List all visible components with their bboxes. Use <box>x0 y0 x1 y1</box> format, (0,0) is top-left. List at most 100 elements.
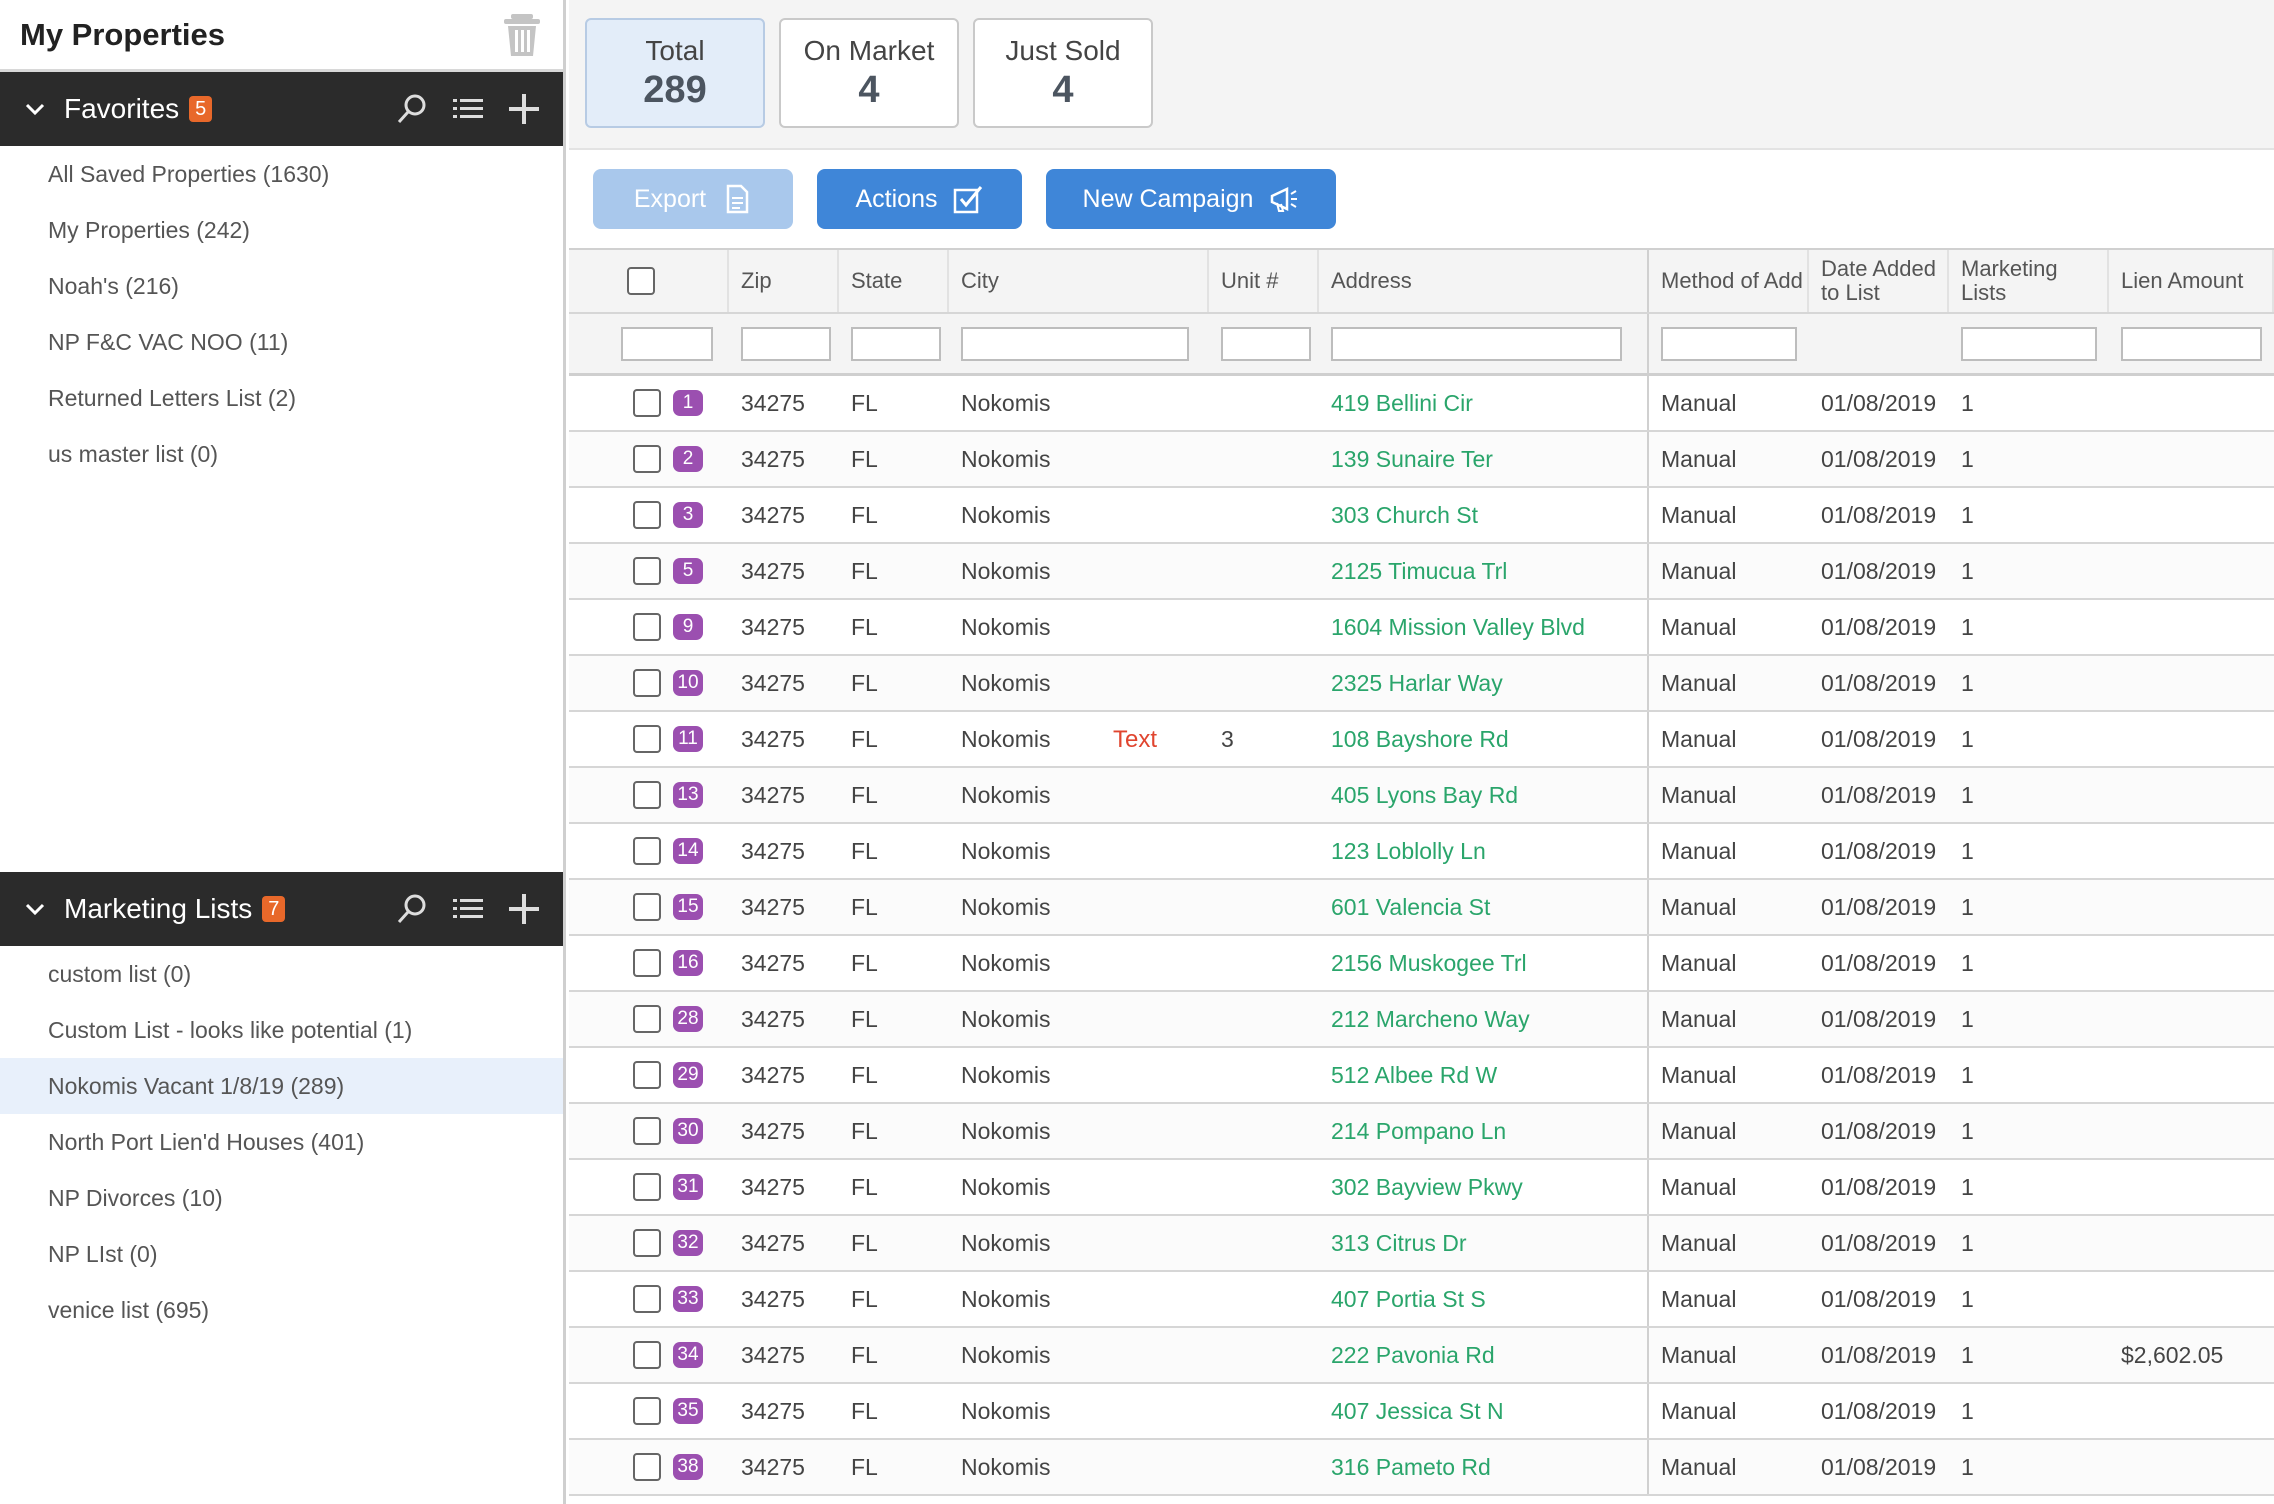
table-row[interactable]: 34 34275 FL Nokomis 222 Pavonia Rd Manual 01/0… <box>569 1328 2274 1384</box>
add-icon[interactable] <box>507 892 541 926</box>
row-checkbox[interactable] <box>633 1285 661 1313</box>
marketing-list-item[interactable]: North Port Lien'd Houses (401) <box>0 1114 563 1170</box>
address-link[interactable]: 302 Bayview Pkwy <box>1331 1174 1523 1201</box>
search-icon[interactable] <box>395 892 429 926</box>
row-checkbox[interactable] <box>633 781 661 809</box>
header-unit[interactable]: Unit # <box>1209 250 1319 312</box>
address-link[interactable]: 139 Sunaire Ter <box>1331 446 1493 473</box>
row-checkbox[interactable] <box>633 557 661 585</box>
filter-state-input[interactable] <box>851 326 942 361</box>
table-row[interactable]: 30 34275 FL Nokomis 214 Pompano Ln Manual 01/0… <box>569 1104 2274 1160</box>
favorites-header[interactable]: Favorites 5 <box>0 72 563 146</box>
row-checkbox[interactable] <box>633 613 661 641</box>
marketing-list-item[interactable]: NP LIst (0) <box>0 1226 563 1282</box>
table-row[interactable]: 1 34275 FL Nokomis 419 Bellini Cir Manual 01/0… <box>569 376 2274 432</box>
address-link[interactable]: 222 Pavonia Rd <box>1331 1342 1495 1369</box>
table-row[interactable]: 33 34275 FL Nokomis 407 Portia St S Manual 01/… <box>569 1272 2274 1328</box>
filter-select-input[interactable] <box>621 326 713 361</box>
stat-tile-total[interactable]: Total 289 <box>585 18 765 128</box>
row-checkbox[interactable] <box>633 949 661 977</box>
trash-icon[interactable] <box>501 12 543 58</box>
select-all-checkbox[interactable] <box>627 267 655 295</box>
row-checkbox[interactable] <box>633 1117 661 1145</box>
address-link[interactable]: 108 Bayshore Rd <box>1331 726 1509 753</box>
address-link[interactable]: 601 Valencia St <box>1331 894 1490 921</box>
header-marketing-lists[interactable]: Marketing Lists <box>1949 250 2109 312</box>
list-icon[interactable] <box>451 892 485 926</box>
row-checkbox[interactable] <box>633 1173 661 1201</box>
row-checkbox[interactable] <box>633 1341 661 1369</box>
row-checkbox[interactable] <box>633 725 661 753</box>
table-row[interactable]: 14 34275 FL Nokomis 123 Loblolly Ln Manual 01/… <box>569 824 2274 880</box>
row-checkbox[interactable] <box>633 837 661 865</box>
table-row[interactable]: 32 34275 FL Nokomis 313 Citrus Dr Manual 01/08… <box>569 1216 2274 1272</box>
address-link[interactable]: 212 Marcheno Way <box>1331 1006 1530 1033</box>
header-lien-amount[interactable]: Lien Amount <box>2109 250 2274 312</box>
table-row[interactable]: 13 34275 FL Nokomis 405 Lyons Bay Rd Manual 01… <box>569 768 2274 824</box>
filter-address-input[interactable] <box>1331 326 1622 361</box>
marketing-list-item[interactable]: Nokomis Vacant 1/8/19 (289) <box>0 1058 563 1114</box>
new-campaign-button[interactable]: New Campaign <box>1046 169 1336 229</box>
table-row[interactable]: 15 34275 FL Nokomis 601 Valencia St Manual 01/… <box>569 880 2274 936</box>
table-row[interactable]: 38 34275 FL Nokomis 316 Pameto Rd Manual 01/08… <box>569 1440 2274 1496</box>
row-checkbox[interactable] <box>633 1453 661 1481</box>
address-link[interactable]: 2325 Harlar Way <box>1331 670 1503 697</box>
add-icon[interactable] <box>507 92 541 126</box>
marketing-list-item[interactable]: Custom List - looks like potential (1) <box>0 1002 563 1058</box>
address-link[interactable]: 313 Citrus Dr <box>1331 1230 1466 1257</box>
table-row[interactable]: 28 34275 FL Nokomis 212 Marcheno Way Manual 01… <box>569 992 2274 1048</box>
marketing-list-item[interactable]: venice list (695) <box>0 1282 563 1338</box>
address-link[interactable]: 303 Church St <box>1331 502 1478 529</box>
filter-method-input[interactable] <box>1661 326 1798 361</box>
row-checkbox[interactable] <box>633 1005 661 1033</box>
search-icon[interactable] <box>395 92 429 126</box>
row-checkbox[interactable] <box>633 501 661 529</box>
header-state[interactable]: State <box>839 250 949 312</box>
address-link[interactable]: 512 Albee Rd W <box>1331 1062 1497 1089</box>
favorites-list-item[interactable]: Returned Letters List (2) <box>0 370 563 426</box>
favorites-list-item[interactable]: My Properties (242) <box>0 202 563 258</box>
table-row[interactable]: 2 34275 FL Nokomis 139 Sunaire Ter Manual 01/0… <box>569 432 2274 488</box>
chevron-down-icon[interactable] <box>22 896 48 922</box>
address-link[interactable]: 123 Loblolly Ln <box>1331 838 1486 865</box>
actions-button[interactable]: Actions <box>817 169 1022 229</box>
header-method-of-add[interactable]: Method of Add <box>1649 250 1809 312</box>
filter-unit-input[interactable] <box>1221 326 1312 361</box>
favorites-list-item[interactable]: All Saved Properties (1630) <box>0 146 563 202</box>
header-city[interactable]: City <box>949 250 1209 312</box>
row-checkbox[interactable] <box>633 1397 661 1425</box>
stat-tile-just-sold[interactable]: Just Sold 4 <box>973 18 1153 128</box>
header-address[interactable]: Address <box>1319 250 1649 312</box>
export-button[interactable]: Export <box>593 169 793 229</box>
marketing-list-item[interactable]: custom list (0) <box>0 946 563 1002</box>
row-checkbox[interactable] <box>633 893 661 921</box>
address-link[interactable]: 1604 Mission Valley Blvd <box>1331 614 1585 641</box>
favorites-list-item[interactable]: NP F&C VAC NOO (11) <box>0 314 563 370</box>
address-link[interactable]: 2156 Muskogee Trl <box>1331 950 1527 977</box>
row-checkbox[interactable] <box>633 389 661 417</box>
table-row[interactable]: 10 34275 FL Nokomis 2325 Harlar Way Manual 01/… <box>569 656 2274 712</box>
favorites-list-item[interactable]: Noah's (216) <box>0 258 563 314</box>
filter-marketing-lists-input[interactable] <box>1961 326 2098 361</box>
table-row[interactable]: 3 34275 FL Nokomis 303 Church St Manual 01/08/… <box>569 488 2274 544</box>
table-row[interactable]: 29 34275 FL Nokomis 512 Albee Rd W Manual 01/0… <box>569 1048 2274 1104</box>
chevron-down-icon[interactable] <box>22 96 48 122</box>
row-checkbox[interactable] <box>633 1229 661 1257</box>
marketing-list-item[interactable]: NP Divorces (10) <box>0 1170 563 1226</box>
table-row[interactable]: 9 34275 FL Nokomis 1604 Mission Valley Blvd M… <box>569 600 2274 656</box>
list-icon[interactable] <box>451 92 485 126</box>
marketing-lists-header[interactable]: Marketing Lists 7 <box>0 872 563 946</box>
favorites-list-item[interactable]: us master list (0) <box>0 426 563 482</box>
table-row[interactable]: 11 34275 FL Nokomis 3 108 Bayshore Rd Manual 01… <box>569 712 2274 768</box>
address-link[interactable]: 405 Lyons Bay Rd <box>1331 782 1518 809</box>
address-link[interactable]: 214 Pompano Ln <box>1331 1118 1506 1145</box>
filter-city-input[interactable] <box>961 326 1190 361</box>
stat-tile-on-market[interactable]: On Market 4 <box>779 18 959 128</box>
row-checkbox[interactable] <box>633 669 661 697</box>
address-link[interactable]: 2125 Timucua Trl <box>1331 558 1507 585</box>
table-row[interactable]: 16 34275 FL Nokomis 2156 Muskogee Trl Manual 0… <box>569 936 2274 992</box>
filter-lien-input[interactable] <box>2121 326 2262 361</box>
address-link[interactable]: 407 Portia St S <box>1331 1286 1486 1313</box>
address-link[interactable]: 316 Pameto Rd <box>1331 1454 1491 1481</box>
row-checkbox[interactable] <box>633 445 661 473</box>
